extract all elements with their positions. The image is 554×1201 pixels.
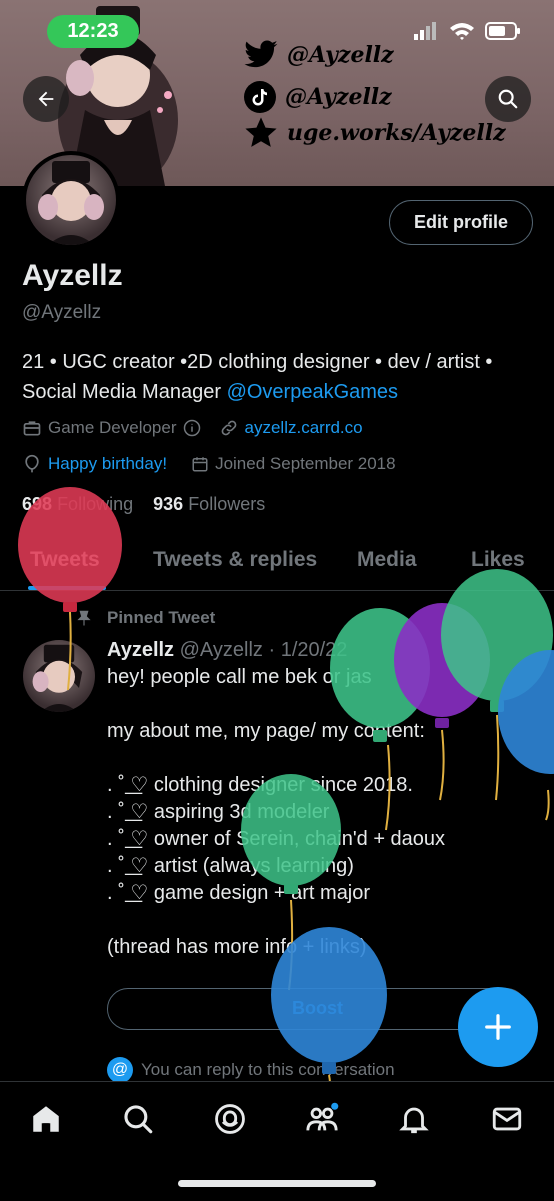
profile-category: Game Developer xyxy=(48,418,177,437)
following-label: Following xyxy=(57,494,134,514)
tweet-text: hey! people call me bek or jas my about … xyxy=(107,666,446,958)
compose-tweet-button[interactable] xyxy=(458,987,538,1067)
followers-count: 936 xyxy=(153,494,184,514)
followers-link[interactable]: 936 Followers xyxy=(153,494,265,514)
tweet-header: Ayzellz @Ayzellz · 1/20/22 xyxy=(107,639,347,662)
profile-tabs: Tweets Tweets & replies Media Likes xyxy=(0,538,554,591)
communities-icon[interactable] xyxy=(305,1102,339,1136)
reply-note-text: You can reply to this conversation xyxy=(141,1060,395,1079)
home-icon[interactable] xyxy=(29,1102,63,1136)
notifications-icon[interactable] xyxy=(397,1102,431,1136)
status-icons xyxy=(414,20,524,47)
active-tab-indicator xyxy=(28,586,106,590)
banner-site-url: uge.works/Ayzellz xyxy=(287,120,506,146)
profile-name: Ayzellz xyxy=(22,259,123,292)
link-icon xyxy=(221,420,236,436)
birthday-link[interactable]: Happy birthday! xyxy=(48,454,167,474)
tab-media[interactable]: Media xyxy=(357,548,417,572)
back-arrow-icon xyxy=(38,91,54,107)
twitter-icon xyxy=(244,40,278,68)
profile-meta-row-2: Happy birthday! Joined September 2018 xyxy=(22,454,396,474)
home-indicator[interactable] xyxy=(178,1180,376,1187)
following-link[interactable]: 698 Following xyxy=(22,494,133,514)
follow-counts: 698 Following 936 Followers xyxy=(22,494,265,515)
tweet-handle-date: @Ayzellz · 1/20/22 xyxy=(179,639,348,661)
calendar-icon xyxy=(192,457,208,472)
tiktok-icon xyxy=(244,81,276,113)
banner-twitter-handle: @Ayzellz xyxy=(287,42,394,68)
tweet-author[interactable]: Ayzellz xyxy=(107,639,174,661)
edit-profile-button[interactable]: Edit profile xyxy=(389,200,533,245)
mention-icon: @ xyxy=(107,1057,133,1083)
banner-site-line: uge.works/Ayzellz xyxy=(243,116,506,150)
tab-likes[interactable]: Likes xyxy=(471,548,525,572)
tab-tweets[interactable]: Tweets xyxy=(30,548,100,572)
banner-tiktok-handle: @Ayzellz xyxy=(285,84,392,110)
briefcase-icon xyxy=(23,421,41,436)
tweet-avatar[interactable] xyxy=(23,640,95,712)
joined-date: Joined September 2018 xyxy=(215,454,396,473)
pinned-label: Pinned Tweet xyxy=(107,608,216,627)
spaces-icon[interactable] xyxy=(213,1102,247,1136)
status-time: 12:23 xyxy=(47,15,139,48)
banner-twitter-line: @Ayzellz xyxy=(243,40,394,70)
banner-tiktok-line: @Ayzellz xyxy=(243,80,392,114)
bio-mention-link[interactable]: @OverpeakGames xyxy=(227,381,398,403)
back-button[interactable] xyxy=(23,76,69,122)
search-nav-icon[interactable] xyxy=(121,1102,155,1136)
profile-website-link[interactable]: ayzellz.carrd.co xyxy=(245,418,363,438)
info-icon[interactable] xyxy=(183,419,201,437)
profile-bio: 21 • UGC creator •2D clothing designer •… xyxy=(22,347,537,407)
pin-icon xyxy=(77,610,91,626)
reply-permission-note: @ You can reply to this conversation xyxy=(107,1057,395,1083)
search-button[interactable] xyxy=(485,76,531,122)
profile-avatar[interactable] xyxy=(22,151,120,249)
balloon-icon xyxy=(25,454,39,473)
search-icon xyxy=(498,89,518,109)
profile-meta-row-1: Game Developer ayzellz.carrd.co xyxy=(22,418,363,438)
followers-label: Followers xyxy=(188,494,266,514)
following-count: 698 xyxy=(22,494,53,514)
messages-icon[interactable] xyxy=(490,1102,524,1136)
star-icon xyxy=(245,117,277,147)
profile-handle: @Ayzellz xyxy=(22,302,102,323)
tab-tweets-replies[interactable]: Tweets & replies xyxy=(153,548,317,572)
boost-label: Boost xyxy=(292,998,343,1018)
compose-plus-icon xyxy=(485,1014,511,1040)
